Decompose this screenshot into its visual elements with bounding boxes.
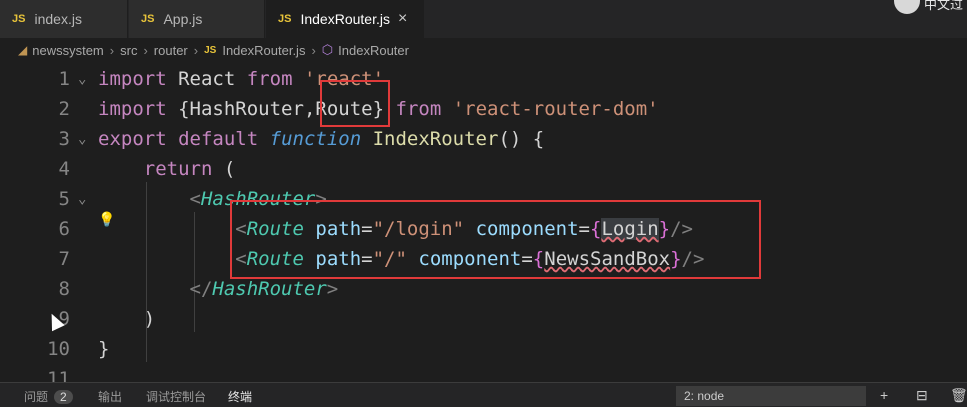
punctuation: ) (143, 308, 156, 330)
identifier: React (178, 68, 236, 90)
code-line[interactable]: 9 ) (0, 304, 967, 334)
breadcrumb-item[interactable]: newssystem (32, 43, 104, 58)
js-file-icon: JS (12, 13, 26, 25)
string: 'react-router-dom' (452, 98, 659, 120)
breadcrumb: ◢ newssystem › src › router › JS IndexRo… (0, 38, 967, 62)
highlight-box-route (320, 80, 390, 127)
code-editor[interactable]: 1 ⌄ import React from 'react' 2 import {… (0, 62, 967, 390)
tab-label: IndexRouter.js (300, 11, 390, 27)
line-number: 7 (58, 248, 70, 270)
js-file-icon: JS (141, 13, 155, 25)
line-number: 1 (58, 68, 70, 90)
function-name: IndexRouter (372, 128, 499, 150)
chevron-right-icon: › (193, 42, 199, 58)
tab-bar: JS index.js JS App.js JS IndexRouter.js … (0, 0, 967, 38)
punctuation: ( (223, 158, 236, 180)
punctuation: { (178, 98, 190, 120)
top-right-overlay: 中文过 (892, 0, 967, 38)
js-file-icon: JS (204, 44, 217, 56)
punctuation: } (98, 338, 110, 360)
keyword: import (98, 98, 167, 120)
keyword: export (98, 128, 167, 150)
chevron-right-icon: › (143, 42, 148, 58)
code-line[interactable]: 2 import {HashRouter,Route} from 'react-… (0, 94, 967, 124)
tab-index-js[interactable]: JS index.js (0, 0, 128, 38)
line-number: 3 (58, 128, 70, 150)
keyword: return (143, 158, 213, 180)
keyword: import (98, 68, 167, 90)
keyword: from (395, 98, 442, 120)
fold-icon[interactable]: ⌄ (78, 124, 86, 154)
overlay-text: 中文过 (924, 0, 964, 12)
close-icon[interactable]: × (398, 10, 407, 28)
punctuation: </ (189, 278, 213, 300)
line-number: 5 (58, 188, 70, 210)
tab-output[interactable]: 输出 (98, 388, 122, 405)
panel-tab-bar: 问题 2 输出 调试控制台 终端 2: node + ⊟ 🗑 (0, 382, 967, 407)
lightbulb-icon[interactable]: 💡 (98, 212, 115, 228)
punctuation: { (532, 128, 545, 150)
jsx-tag: HashRouter (212, 278, 327, 300)
breadcrumb-item[interactable]: router (154, 43, 188, 58)
breadcrumb-item[interactable]: IndexRouter (338, 43, 409, 58)
breadcrumb-item[interactable]: IndexRouter.js (222, 43, 305, 58)
fold-icon[interactable]: ⌄ (78, 64, 86, 94)
trash-icon[interactable]: 🗑 (950, 387, 967, 404)
keyword: function (269, 128, 362, 150)
problems-count-badge: 2 (54, 390, 73, 404)
punctuation: , (303, 98, 316, 120)
tab-debug-console[interactable]: 调试控制台 (146, 388, 206, 405)
line-number: 4 (58, 158, 70, 180)
code-line[interactable]: 4 return ( (0, 154, 967, 184)
split-icon[interactable]: ⊟ (916, 387, 928, 404)
line-number: 8 (58, 278, 70, 300)
keyword: default (178, 128, 259, 150)
identifier: HashRouter (189, 98, 304, 120)
fold-icon[interactable]: ⌄ (78, 184, 86, 214)
tab-label: App.js (163, 11, 203, 27)
line-number: 6 (58, 218, 70, 240)
symbol-cube-icon: ⬡ (321, 42, 334, 57)
add-icon[interactable]: + (880, 387, 888, 403)
punctuation: () (498, 128, 522, 150)
code-line[interactable]: 1 ⌄ import React from 'react' (0, 64, 967, 94)
highlight-box-routes (230, 200, 761, 279)
avatar (894, 0, 920, 14)
terminal-select[interactable]: 2: node (676, 386, 866, 406)
punctuation: < (189, 188, 201, 210)
line-number: 10 (47, 338, 70, 360)
code-line[interactable]: 10 } (0, 334, 967, 364)
tab-problems[interactable]: 问题 2 (24, 388, 73, 405)
keyword: from (246, 68, 293, 90)
code-line[interactable]: 3 ⌄ export default function IndexRouter(… (0, 124, 967, 154)
punctuation: > (326, 278, 339, 300)
tab-label: index.js (34, 11, 82, 27)
chevron-right-icon: › (311, 42, 316, 58)
tab-app-js[interactable]: JS App.js (129, 0, 265, 38)
tab-label: 问题 (24, 390, 49, 404)
line-number: 2 (58, 98, 70, 120)
breadcrumb-item[interactable]: src (120, 43, 137, 58)
js-file-icon: JS (278, 13, 292, 25)
chevron-right-icon: › (109, 42, 115, 58)
tab-terminal[interactable]: 终端 (228, 388, 252, 405)
tab-indexrouter-js[interactable]: JS IndexRouter.js × (266, 0, 424, 38)
folder-icon: ◢ (18, 43, 28, 57)
